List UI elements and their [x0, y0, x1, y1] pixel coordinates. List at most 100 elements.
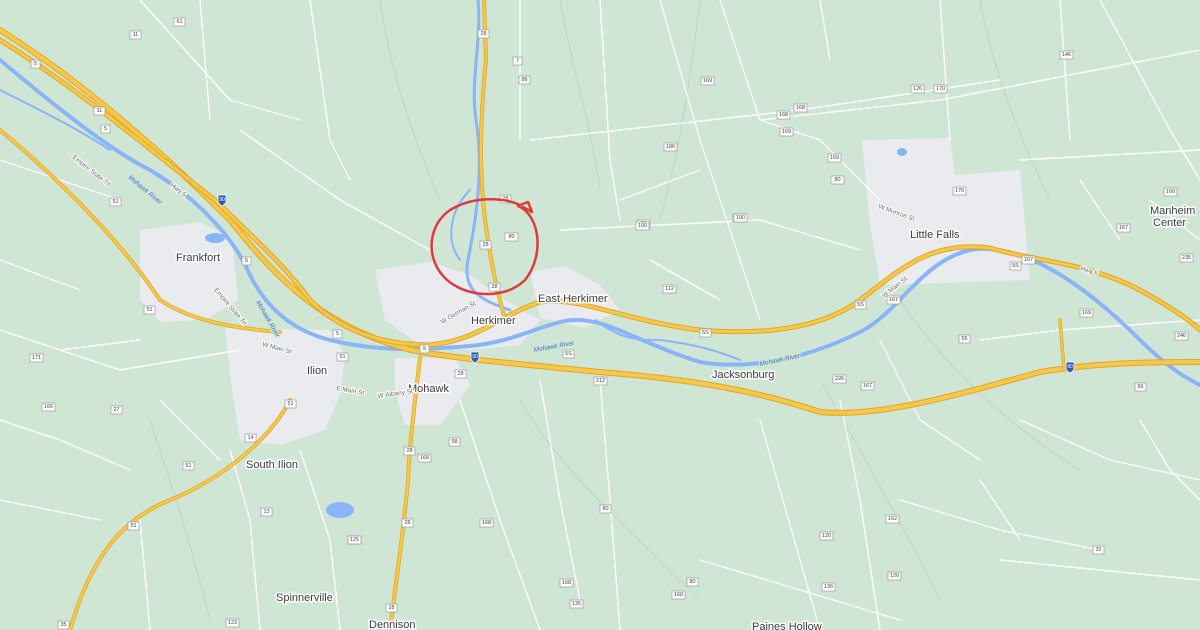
svg-text:27: 27 — [113, 407, 119, 413]
svg-text:168: 168 — [796, 105, 805, 111]
svg-text:112: 112 — [665, 286, 674, 292]
place-east-herkimer: East Herkimer — [538, 293, 608, 305]
interstate-shield: 90 — [217, 194, 227, 207]
svg-text:136: 136 — [824, 584, 833, 590]
svg-text:126: 126 — [913, 86, 922, 92]
route-shield: 5 — [100, 124, 111, 134]
route-shield: 28 — [477, 29, 490, 39]
route-shield: 5S — [854, 300, 867, 310]
svg-text:167: 167 — [1119, 225, 1128, 231]
route-shield: 51 — [127, 521, 140, 531]
svg-text:28: 28 — [491, 284, 497, 290]
svg-text:51: 51 — [339, 354, 345, 360]
route-shield: 170 — [933, 84, 948, 94]
map-canvas[interactable]: Frankfort Ilion Mohawk Herkimer East Her… — [0, 0, 1200, 630]
route-shield: 167 — [1021, 255, 1036, 265]
route-shield: 170 — [952, 186, 967, 196]
svg-text:212: 212 — [596, 378, 605, 384]
svg-text:100: 100 — [638, 223, 647, 229]
svg-text:160: 160 — [674, 592, 683, 598]
route-shield: 120 — [887, 571, 902, 581]
route-shield: 11 — [93, 106, 106, 116]
svg-text:168: 168 — [420, 455, 429, 461]
svg-text:61: 61 — [176, 19, 182, 25]
route-shield: 51 — [143, 305, 156, 315]
svg-text:168: 168 — [562, 580, 571, 586]
place-ilion: Ilion — [307, 365, 327, 377]
route-shield: 28 — [385, 603, 398, 613]
route-shield: 5S — [562, 349, 575, 359]
svg-text:146: 146 — [1062, 52, 1071, 58]
route-shield: 51 — [109, 197, 122, 207]
route-shield: 123 — [225, 618, 240, 628]
svg-text:13: 13 — [263, 509, 269, 515]
svg-text:5S: 5S — [857, 302, 864, 308]
route-shield: 168 — [417, 453, 432, 463]
route-shield: 171 — [29, 353, 44, 363]
route-shield: 51 — [284, 399, 297, 409]
svg-text:5: 5 — [104, 126, 107, 132]
route-shield: 106 — [663, 142, 678, 152]
place-herkimer: Herkimer — [471, 315, 516, 327]
route-shield: 32 — [1092, 545, 1105, 555]
svg-text:80: 80 — [834, 177, 840, 183]
route-shield: 169 — [827, 153, 842, 163]
svg-text:162: 162 — [888, 516, 897, 522]
svg-text:167: 167 — [863, 383, 872, 389]
route-shield: 14 — [244, 433, 257, 443]
route-shield: 5 — [30, 59, 41, 69]
svg-text:169: 169 — [703, 78, 712, 84]
svg-text:28: 28 — [482, 242, 488, 248]
svg-text:55: 55 — [961, 336, 967, 342]
svg-text:90: 90 — [472, 354, 478, 360]
svg-text:80: 80 — [508, 234, 514, 240]
svg-text:90: 90 — [1067, 364, 1073, 370]
svg-text:168: 168 — [482, 520, 491, 526]
place-mohawk: Mohawk — [408, 383, 449, 395]
svg-text:90: 90 — [219, 197, 225, 203]
svg-text:7: 7 — [516, 58, 519, 64]
place-manheim-center-line2: Center — [1153, 217, 1186, 229]
route-shield: 135 — [569, 599, 584, 609]
route-shield: 160 — [1163, 187, 1178, 197]
route-shield: 80 — [599, 504, 612, 514]
svg-text:167: 167 — [889, 297, 898, 303]
svg-text:28: 28 — [388, 605, 394, 611]
route-shield: 100 — [733, 213, 748, 223]
route-shield: 126 — [910, 84, 925, 94]
route-shield: 28 — [454, 369, 467, 379]
svg-text:169: 169 — [782, 129, 791, 135]
svg-text:169: 169 — [1082, 310, 1091, 316]
route-shield: 5 — [241, 256, 252, 266]
route-shield: 167 — [1116, 223, 1131, 233]
route-shield: 55 — [958, 334, 971, 344]
svg-text:80: 80 — [602, 506, 608, 512]
interstate-shield: 90 — [470, 351, 480, 364]
route-shield: 13 — [260, 507, 273, 517]
route-shield: 5 — [419, 344, 430, 354]
svg-text:226: 226 — [835, 376, 844, 382]
svg-text:28: 28 — [480, 31, 486, 37]
route-shield: 167 — [886, 295, 901, 305]
route-shield: 168 — [776, 110, 791, 120]
route-shield: 136 — [821, 582, 836, 592]
svg-text:168: 168 — [779, 112, 788, 118]
route-shield: 28 — [403, 446, 416, 456]
route-shield: 168 — [793, 103, 808, 113]
route-shield: 5 — [332, 329, 343, 339]
route-shield: 146 — [1059, 50, 1074, 60]
route-shield: 7 — [512, 56, 523, 66]
svg-text:32: 32 — [1095, 547, 1101, 553]
svg-text:51: 51 — [185, 463, 191, 469]
map-view[interactable]: Frankfort Ilion Mohawk Herkimer East Her… — [0, 0, 1200, 630]
route-shield: 160 — [671, 590, 686, 600]
route-shield: 80 — [830, 175, 845, 185]
svg-text:160: 160 — [1166, 189, 1175, 195]
svg-text:86: 86 — [521, 77, 527, 83]
route-shield: 169 — [700, 76, 715, 86]
place-paines-hollow: Paines Hollow — [752, 621, 822, 630]
place-south-ilion: South Ilion — [246, 459, 298, 471]
route-shield: 80 — [504, 232, 519, 242]
svg-text:28: 28 — [457, 371, 463, 377]
svg-text:51: 51 — [146, 307, 152, 313]
